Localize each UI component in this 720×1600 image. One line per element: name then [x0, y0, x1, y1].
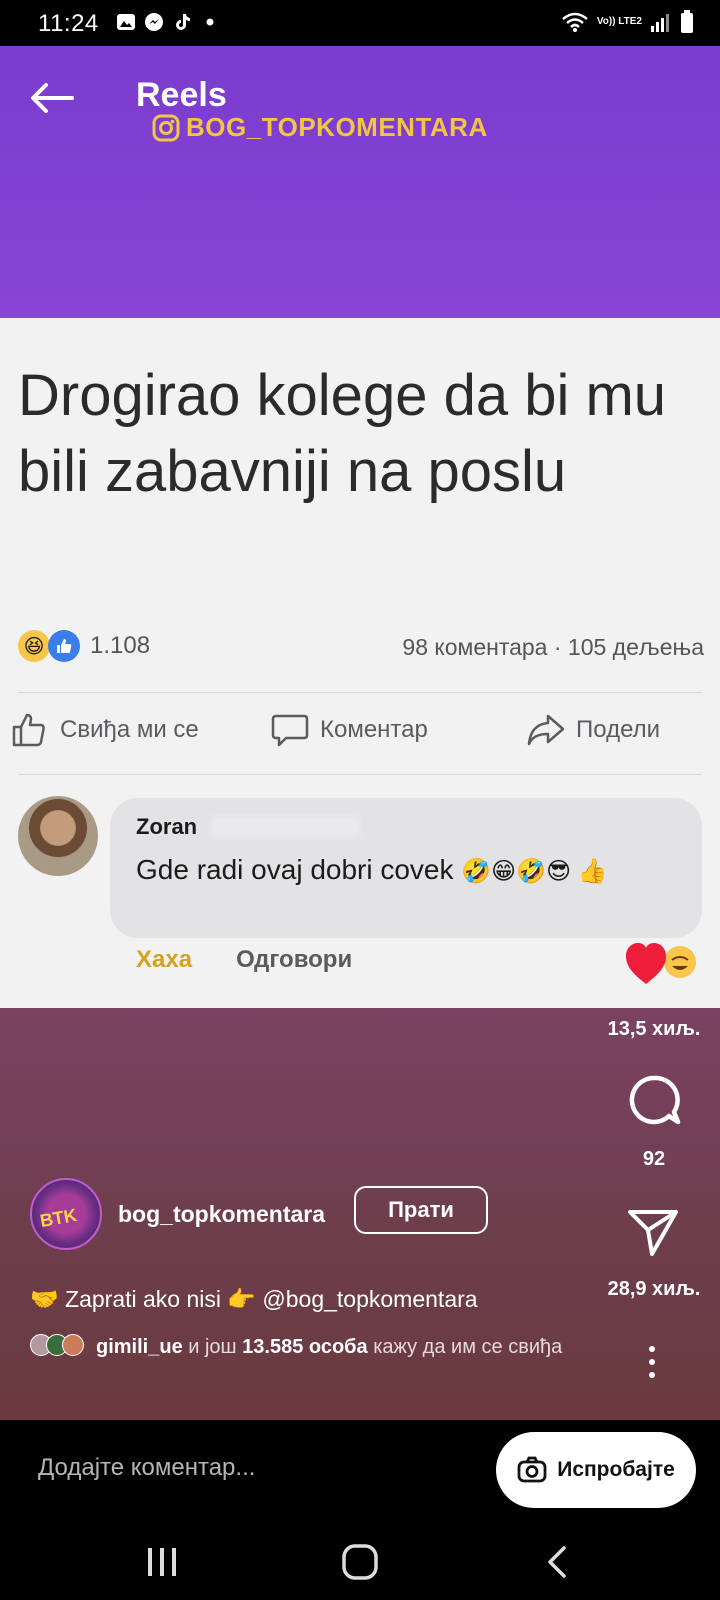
- reaction-count: 1.108: [90, 632, 151, 659]
- divider: [18, 774, 702, 775]
- thumbs-up-icon: [12, 713, 45, 747]
- post-headline: Drogirao kolege da bi mu bili zabavniji …: [18, 363, 667, 504]
- tiktok-icon: [176, 14, 190, 30]
- avatar-logo-text: BTK: [38, 1204, 79, 1232]
- share-arrow-icon: [527, 714, 565, 746]
- liked-by-suffix: кажу да им се свиђа: [367, 1336, 563, 1358]
- like-action: Свиђа ми се: [10, 710, 199, 750]
- watermark-text: BOG_TOPKOMENTARA: [186, 112, 488, 142]
- reply-label: Одговори: [236, 946, 353, 973]
- system-status-icons: Vo)) LTE2: [561, 10, 694, 34]
- like-reaction-icon: [48, 630, 80, 662]
- comment-text-block: Gde radi ovaj dobri covek 🤣😁🤣😎 👍: [136, 850, 676, 892]
- comment-icon[interactable]: [624, 1072, 684, 1132]
- watermark: BOG_TOPKOMENTARA: [152, 112, 488, 143]
- reel-author[interactable]: BTK bog_topkomentara: [30, 1178, 325, 1250]
- page-title: Reels: [136, 76, 227, 114]
- laugh-reaction-icon: 😆: [18, 630, 50, 662]
- liked-by-mid: и још: [182, 1336, 243, 1358]
- liked-by-user[interactable]: gimili_ue: [96, 1336, 183, 1358]
- haha-reaction-label: Хаха: [136, 946, 193, 973]
- liker-avatar: [62, 1334, 84, 1356]
- comment-action: Коментар: [270, 710, 428, 750]
- notification-icons: [116, 12, 220, 32]
- comment-bar: Додајте коментар... Испробајте: [0, 1420, 720, 1522]
- reactions-summary: 😆 1.108: [18, 630, 150, 662]
- recent-apps-icon[interactable]: [132, 1542, 192, 1582]
- follow-button[interactable]: Прати: [354, 1186, 488, 1234]
- divider: [18, 692, 702, 693]
- wifi-icon: [562, 12, 588, 32]
- shares-count: 28,9 хиљ.: [607, 1278, 701, 1300]
- gallery-icon: [117, 14, 135, 30]
- status-time: 11:24: [38, 10, 99, 37]
- likes-count: 13,5 хиљ.: [607, 1018, 701, 1040]
- back-arrow-icon[interactable]: [28, 80, 76, 116]
- author-username[interactable]: bog_topkomentara: [118, 1201, 325, 1228]
- comment-share-stats: 98 коментара · 105 дељења: [402, 634, 704, 660]
- messenger-icon: [145, 13, 163, 31]
- author-avatar[interactable]: BTK: [30, 1178, 102, 1250]
- status-bar: 11:24 Vo)) LTE2: [0, 0, 720, 46]
- comment-label: Коментар: [320, 716, 428, 743]
- more-options-icon[interactable]: [646, 1344, 658, 1380]
- comment-bubble-icon: [271, 714, 309, 747]
- battery-icon: [681, 10, 693, 33]
- liked-by-count[interactable]: 13.585 особа: [242, 1336, 368, 1358]
- network-label: Vo)) LTE2: [596, 16, 642, 27]
- comments-count: 92: [642, 1148, 666, 1170]
- home-icon[interactable]: [330, 1542, 390, 1582]
- liked-by[interactable]: gimili_ue и још 13.585 особа кажу да им …: [30, 1334, 590, 1360]
- dot-icon: [206, 18, 214, 26]
- try-camera-button[interactable]: Испробајте: [496, 1432, 696, 1508]
- commenter-avatar: [18, 796, 98, 876]
- signal-icon: [651, 14, 669, 32]
- post-actions: Свиђа ми се Коментар Подели: [0, 710, 720, 760]
- camera-icon: [517, 1456, 547, 1483]
- comment-bubble: Zoran Gde radi ovaj dobri covek 🤣😁🤣😎 👍: [110, 798, 702, 938]
- comment-links: Хаха Одговори: [136, 946, 352, 974]
- like-label: Свиђа ми се: [60, 716, 199, 743]
- comment-emojis: 🤣😁🤣😎 👍: [461, 858, 608, 885]
- commenter-name: Zoran: [136, 814, 198, 839]
- share-label: Подели: [576, 716, 661, 743]
- reel-caption[interactable]: 🤝 Zaprati ako nisi 👉 @bog_topkomentara: [30, 1286, 478, 1313]
- add-comment-input[interactable]: Додајте коментар...: [38, 1454, 255, 1482]
- send-icon[interactable]: [624, 1202, 684, 1262]
- instagram-icon: [152, 114, 180, 141]
- post-screenshot: Drogirao kolege da bi mu bili zabavniji …: [0, 318, 720, 1008]
- comment-text: Gde radi ovaj dobri covek: [136, 854, 454, 885]
- liked-by-text: gimili_ue и још 13.585 особа кажу да им …: [96, 1334, 576, 1360]
- heart-laugh-badge-icon: [626, 943, 696, 984]
- back-nav-icon[interactable]: [530, 1542, 590, 1582]
- video-top-area: [0, 46, 720, 316]
- share-action: Подели: [526, 710, 660, 750]
- try-label: Испробајте: [557, 1458, 675, 1481]
- blurred-surname: [210, 816, 360, 838]
- system-nav-bar: [0, 1522, 720, 1600]
